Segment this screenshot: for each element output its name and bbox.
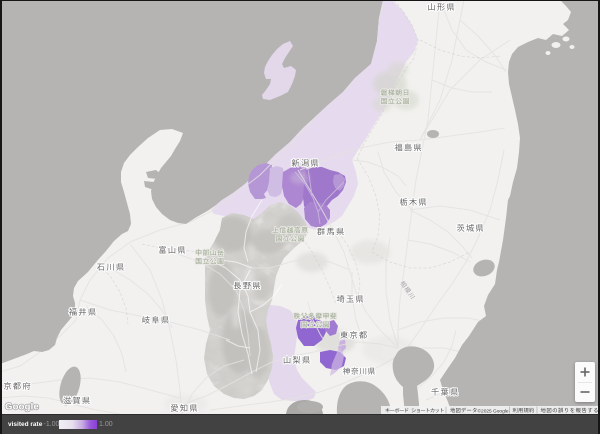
svg-text:Google: Google <box>5 402 39 413</box>
